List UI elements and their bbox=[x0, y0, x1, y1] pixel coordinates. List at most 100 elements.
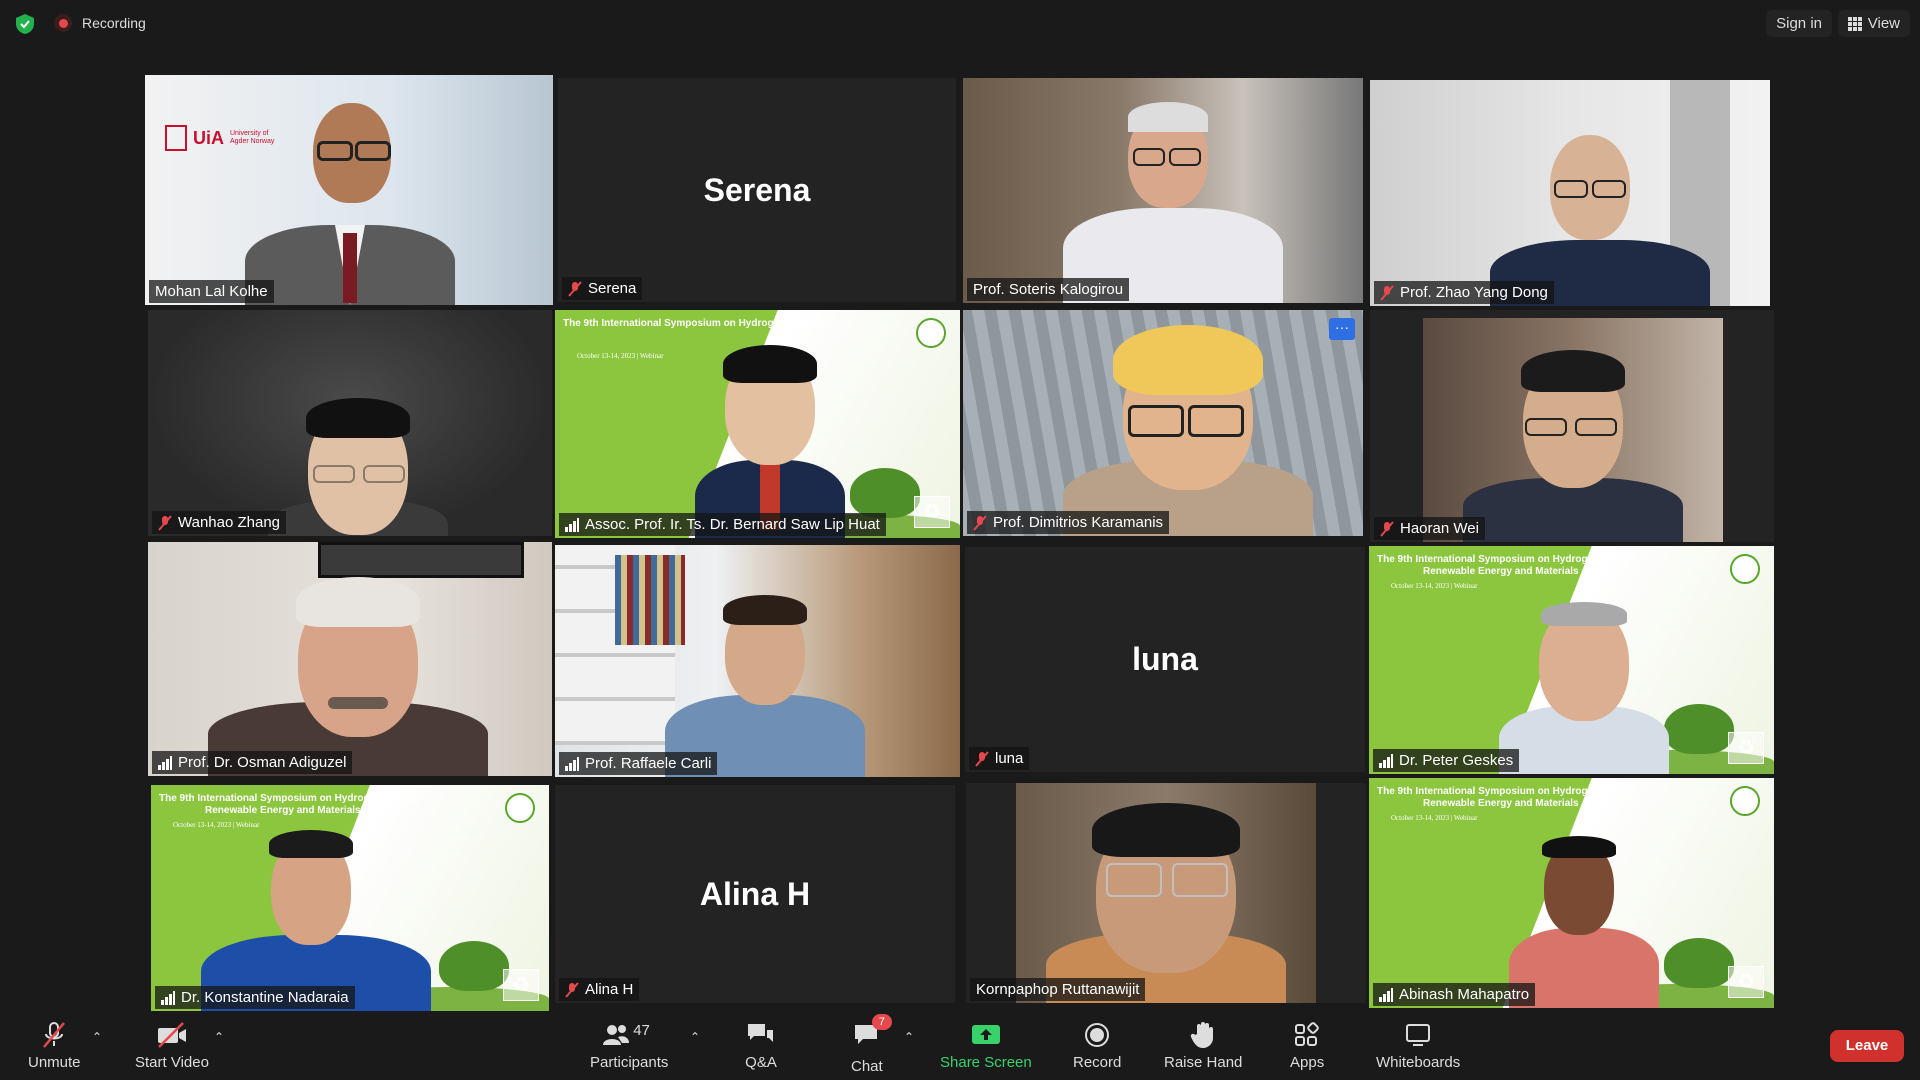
video-tile[interactable]: Serena Serena bbox=[558, 78, 956, 302]
mic-muted-icon bbox=[565, 981, 579, 998]
participants-button[interactable]: 47 Participants bbox=[590, 1020, 668, 1071]
signal-icon bbox=[161, 990, 175, 1005]
video-tile[interactable]: Kornpaphop Ruttanawijit bbox=[966, 783, 1366, 1003]
participant-name: Prof. Dr. Osman Adiguzel bbox=[178, 754, 347, 771]
record-button[interactable]: Record bbox=[1073, 1020, 1121, 1071]
video-tile[interactable]: Haoran Wei bbox=[1370, 310, 1774, 542]
chat-button[interactable]: 7 Chat bbox=[851, 1014, 892, 1075]
meeting-toolbar: Unmute ⌃ Start Video ⌃ 47 Participants ⌃… bbox=[0, 1014, 1920, 1080]
participant-name: Mohan Lal Kolhe bbox=[155, 283, 268, 300]
mic-muted-icon bbox=[568, 280, 582, 297]
slide-date: October 13-14, 2023 | Webinar bbox=[1391, 814, 1478, 822]
participant-center-name: luna bbox=[1132, 641, 1198, 677]
view-button[interactable]: View bbox=[1837, 10, 1910, 37]
slide-date: October 13-14, 2023 | Webinar bbox=[173, 821, 260, 829]
video-feed bbox=[1370, 80, 1770, 306]
share-screen-icon bbox=[971, 1025, 1000, 1044]
recording-indicator[interactable]: Recording bbox=[54, 14, 146, 32]
participants-icon bbox=[603, 1025, 630, 1045]
video-feed bbox=[148, 310, 552, 536]
participant-nameplate: Prof. Raffaele Carli bbox=[559, 752, 718, 775]
unmute-label: Unmute bbox=[28, 1054, 81, 1071]
apps-button[interactable]: Apps bbox=[1290, 1020, 1324, 1071]
participant-nameplate: Abinash Mahapatro bbox=[1373, 983, 1536, 1006]
leave-button[interactable]: Leave bbox=[1830, 1030, 1904, 1062]
video-options-caret[interactable]: ⌃ bbox=[214, 1030, 224, 1044]
conference-logo bbox=[1730, 786, 1760, 816]
chat-label: Chat bbox=[851, 1058, 883, 1075]
participants-label: Participants bbox=[590, 1054, 669, 1071]
participant-name: Prof. Soteris Kalogirou bbox=[973, 281, 1124, 298]
video-off-icon bbox=[157, 1022, 186, 1048]
video-tile[interactable]: Wanhao Zhang bbox=[148, 310, 552, 536]
video-tile[interactable]: The 9th International Symposium on Hydro… bbox=[151, 785, 549, 1011]
mic-muted-icon bbox=[1380, 520, 1394, 537]
participant-name: Prof. Raffaele Carli bbox=[585, 755, 712, 772]
participants-count: 47 bbox=[633, 1022, 650, 1039]
unmute-button[interactable]: Unmute bbox=[28, 1020, 81, 1071]
uia-logo: UiA University of Agder Norway bbox=[165, 125, 276, 151]
video-feed bbox=[555, 545, 960, 777]
participants-caret[interactable]: ⌃ bbox=[690, 1030, 700, 1044]
mic-muted-icon bbox=[973, 514, 987, 531]
participant-name: Prof. Zhao Yang Dong bbox=[1400, 284, 1548, 301]
participant-nameplate: Prof. Soteris Kalogirou bbox=[967, 278, 1130, 301]
video-tile[interactable]: UiA University of Agder Norway Mohan Lal… bbox=[145, 75, 553, 305]
signal-icon bbox=[158, 755, 172, 770]
participant-name: Kornpaphop Ruttanawijit bbox=[976, 981, 1140, 998]
video-feed bbox=[1016, 783, 1316, 1003]
video-tile[interactable]: The 9th International Symposium on Hydro… bbox=[1369, 546, 1774, 774]
video-tile[interactable]: Prof. Raffaele Carli bbox=[555, 545, 960, 777]
video-tile[interactable]: luna luna bbox=[965, 547, 1365, 772]
participant-nameplate: Prof. Dimitrios Karamanis bbox=[967, 511, 1170, 534]
participant-name: Abinash Mahapatro bbox=[1399, 986, 1530, 1003]
slide-title: The 9th International Symposium on Hydro… bbox=[1377, 554, 1638, 577]
video-tile[interactable]: The 9th International Symposium on Hydro… bbox=[555, 310, 960, 538]
participant-nameplate: Dr. Konstantine Nadaraia bbox=[155, 986, 355, 1009]
recycle-icon: ♻ bbox=[1728, 732, 1764, 764]
video-tile[interactable]: Alina H Alina H bbox=[555, 785, 955, 1003]
video-feed: The 9th International Symposium on Hydro… bbox=[151, 785, 549, 1011]
signal-icon bbox=[1379, 753, 1393, 768]
start-video-button[interactable]: Start Video bbox=[135, 1020, 209, 1071]
share-screen-button[interactable]: Share Screen bbox=[940, 1020, 1032, 1071]
participant-nameplate: Alina H bbox=[559, 978, 640, 1001]
video-tile[interactable]: ··· Prof. Dimitrios Karamanis bbox=[963, 310, 1363, 536]
video-feed: The 9th International Symposium on Hydro… bbox=[555, 310, 960, 538]
apps-icon bbox=[1295, 1022, 1319, 1046]
more-options-button[interactable]: ··· bbox=[1329, 318, 1355, 340]
more-icon: ··· bbox=[1335, 319, 1349, 335]
recycle-icon: ♻ bbox=[1728, 966, 1764, 998]
participant-name: luna bbox=[995, 750, 1024, 767]
qa-button[interactable]: Q&A bbox=[745, 1020, 777, 1071]
participant-name: Wanhao Zhang bbox=[178, 514, 281, 531]
video-tile[interactable]: The 9th International Symposium on Hydro… bbox=[1369, 778, 1774, 1008]
grid-view-icon bbox=[1847, 16, 1862, 31]
participant-name: Alina H bbox=[585, 981, 634, 998]
video-tile[interactable]: Prof. Dr. Osman Adiguzel bbox=[148, 542, 552, 776]
record-icon bbox=[54, 14, 72, 32]
participant-name: Haoran Wei bbox=[1400, 520, 1479, 537]
shield-icon[interactable] bbox=[14, 13, 36, 35]
participant-name: Dr. Konstantine Nadaraia bbox=[181, 989, 349, 1006]
chat-caret[interactable]: ⌃ bbox=[904, 1030, 914, 1044]
view-label: View bbox=[1867, 15, 1900, 32]
participant-center-name: Alina H bbox=[699, 875, 811, 912]
raise-hand-button[interactable]: Raise Hand bbox=[1164, 1020, 1242, 1071]
recording-label: Recording bbox=[82, 15, 146, 31]
participant-nameplate: Prof. Dr. Osman Adiguzel bbox=[152, 751, 353, 774]
slide-date: October 13-14, 2023 | Webinar bbox=[577, 352, 664, 360]
video-tile[interactable]: Prof. Zhao Yang Dong bbox=[1370, 80, 1770, 306]
sign-in-button[interactable]: Sign in bbox=[1766, 10, 1832, 37]
whiteboard-icon bbox=[1406, 1024, 1431, 1046]
whiteboards-label: Whiteboards bbox=[1376, 1054, 1461, 1071]
slide-title: The 9th International Symposium on Hydro… bbox=[563, 318, 824, 329]
participant-nameplate: Dr. Peter Geskes bbox=[1373, 749, 1520, 772]
video-feed: UiA University of Agder Norway bbox=[145, 75, 553, 305]
video-feed bbox=[963, 78, 1363, 303]
audio-options-caret[interactable]: ⌃ bbox=[92, 1030, 102, 1044]
slide-title: The 9th International Symposium on Hydro… bbox=[159, 793, 420, 816]
participant-name: Dr. Peter Geskes bbox=[1399, 752, 1514, 769]
video-tile[interactable]: Prof. Soteris Kalogirou bbox=[963, 78, 1363, 303]
whiteboards-button[interactable]: Whiteboards bbox=[1376, 1020, 1460, 1071]
